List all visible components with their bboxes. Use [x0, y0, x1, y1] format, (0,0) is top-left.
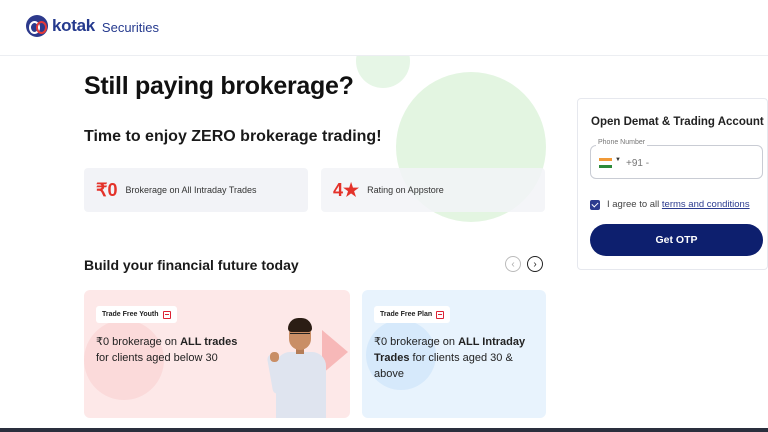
tag-badge-icon [162, 310, 171, 319]
stat-appstore-rating: 4★ Rating on Appstore [321, 168, 545, 212]
logo-word: kotak [52, 16, 95, 35]
plan-tag: Trade Free Youth [96, 306, 177, 323]
carousel-next-button[interactable]: › [527, 256, 543, 272]
carousel-prev-button[interactable]: ‹ [505, 256, 521, 272]
tag-badge-icon [436, 310, 445, 319]
kotak-logo-icon [26, 15, 48, 37]
plan-description: ₹0 brokerage on ALL Intraday Trades for … [374, 334, 525, 382]
stat-label: Rating on Appstore [367, 185, 444, 195]
plan-text: for clients aged below 30 [96, 352, 218, 364]
terms-checkbox[interactable] [590, 199, 600, 210]
panel-title: Open Demat & Trading Account [591, 116, 764, 128]
phone-number-field[interactable]: ▼ [590, 145, 763, 179]
chevron-left-icon: ‹ [511, 258, 515, 270]
plan-card-trade-free-plan[interactable]: Trade Free Plan ₹0 brokerage on ALL Intr… [362, 290, 546, 418]
logo-overlay[interactable]: kotak Securities [26, 15, 159, 37]
bottom-edge-bar [0, 428, 768, 432]
header-overlay: kotak Securities [0, 0, 768, 56]
stat-zero-brokerage: ₹0 Brokerage on All Intraday Trades [84, 168, 308, 212]
terms-link[interactable]: terms and conditions [662, 199, 750, 210]
plan-description: ₹0 brokerage on ALL trades for clients a… [96, 334, 237, 366]
account-signup-panel: Open Demat & Trading Account ▼ Phone Num… [577, 98, 768, 270]
stat-value: 4★ [333, 179, 360, 200]
chevron-down-icon[interactable]: ▼ [615, 157, 621, 163]
phone-field-label: Phone Number [596, 139, 648, 146]
hero-headline: Still paying brokerage? [84, 72, 354, 100]
plan-text-bold: ALL Intraday [458, 336, 526, 348]
plan-text-bold: Trades [374, 352, 410, 364]
get-otp-button[interactable]: Get OTP [590, 224, 763, 256]
plan-tag-label: Trade Free Plan [380, 311, 433, 318]
logo-sub: Securities [101, 19, 159, 35]
terms-agreement: I agree to all terms and conditions [590, 199, 750, 210]
plan-tag: Trade Free Plan [374, 306, 451, 323]
person-illustration [266, 318, 330, 418]
plan-text: above [374, 368, 404, 380]
stat-value: ₹0 [96, 179, 118, 200]
plan-card-trade-free-youth[interactable]: Trade Free Youth ₹0 brokerage on ALL tra… [84, 290, 350, 418]
plan-text: ₹0 brokerage on [374, 336, 459, 348]
plan-text-bold: ALL trades [180, 336, 238, 348]
agree-text: I agree to all [607, 199, 662, 210]
plan-tag-label: Trade Free Youth [102, 311, 159, 318]
section-title: Build your financial future today [84, 257, 299, 273]
hero-subhead: Time to enjoy ZERO brokerage trading! [84, 128, 382, 145]
plan-text: ₹0 brokerage on [96, 336, 181, 348]
stat-label: Brokerage on All Intraday Trades [125, 185, 257, 195]
plan-text: for clients aged 30 & [409, 352, 513, 364]
india-flag-icon[interactable] [599, 158, 612, 168]
chevron-right-icon: › [533, 258, 537, 270]
phone-input[interactable] [626, 153, 756, 173]
